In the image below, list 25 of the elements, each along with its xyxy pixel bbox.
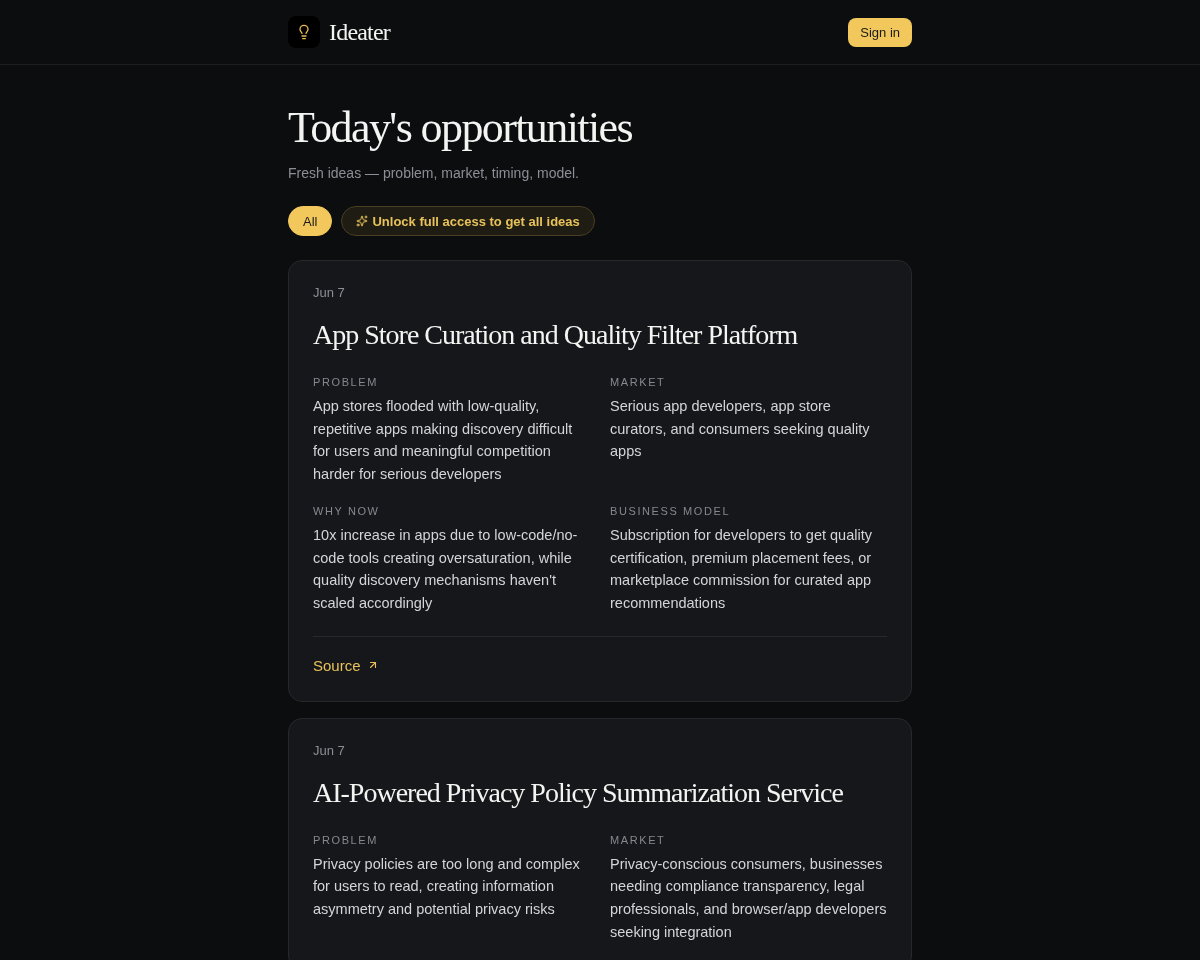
section-label: BUSINESS MODEL [610, 503, 732, 518]
page-subtitle: Fresh ideas — problem, market, timing, model. [288, 165, 580, 181]
section-text: Subscription for developers to get quality certification, premium placement fees, or marketplace commission for curated app recommendations [610, 525, 873, 613]
section-label: PROBLEM [313, 832, 379, 847]
idea-title: AI-Powered Privacy Policy Summarization Service [313, 775, 844, 810]
idea-title: App Store Curation and Quality Filter Platform [313, 318, 799, 352]
section-text: Serious app developers, app store curators, and consumers seeking quality apps [610, 397, 871, 462]
section-label: WHY NOW [313, 503, 381, 518]
brand-name: Ideater [329, 18, 390, 46]
lightbulb-icon [288, 16, 320, 48]
sparkles-icon [356, 215, 369, 227]
unlock-button[interactable]: Unlock full access to get all ideas [341, 206, 595, 236]
page-title: Today's opportunities [288, 102, 633, 154]
idea-date: Jun 7 [313, 285, 346, 301]
section-label: MARKET [610, 832, 667, 847]
section-text: Privacy policies are too long and complex for users to read, creating information asymmetry and potential privacy risks [313, 854, 581, 920]
idea-date: Jun 7 [313, 742, 346, 759]
sign-in-button[interactable]: Sign in [848, 17, 912, 47]
filter-chip[interactable]: All [288, 206, 333, 236]
section-label: MARKET [610, 375, 667, 389]
section-text: 10x increase in apps due to low-code/no-code tools creating oversaturation, while quality discovery mechanisms haven't scaled accordingly [313, 525, 579, 613]
section-label: PROBLEM [313, 375, 379, 389]
section-text: App stores flooded with low-quality, repetitive apps making discovery difficult for users and meaningful competition harder for serious developers [313, 397, 574, 485]
source-link[interactable]: Source [313, 656, 379, 674]
section-text: Privacy-conscious consumers, businesses needing compliance transparency, legal professionals, and browser/app developers seeking integration [610, 854, 887, 942]
